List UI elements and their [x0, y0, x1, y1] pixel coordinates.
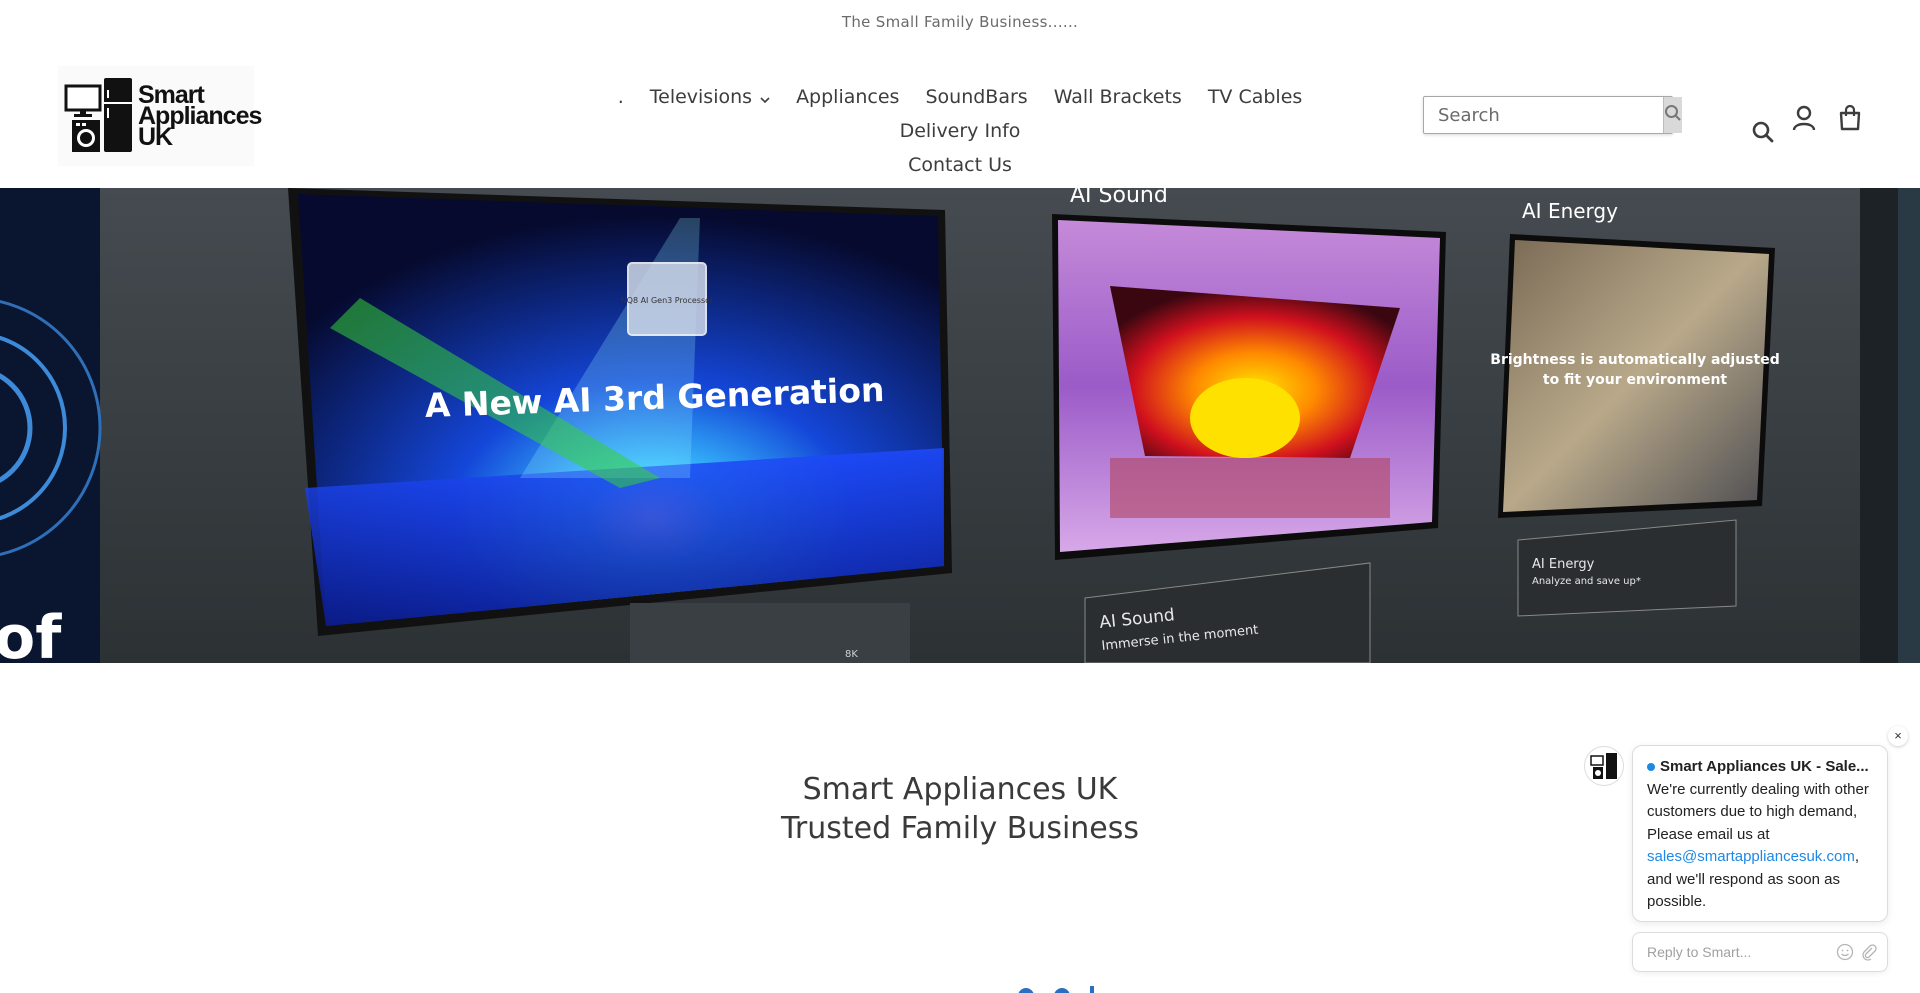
next-section-icon — [1000, 982, 1160, 993]
search-submit-button[interactable] — [1663, 97, 1682, 133]
chevron-down-icon — [760, 81, 770, 115]
hero-screen3-label: AI Energy — [1522, 199, 1618, 223]
attachment-icon[interactable] — [1859, 942, 1879, 962]
emoji-icon[interactable] — [1835, 942, 1855, 962]
chat-close-button[interactable]: × — [1888, 726, 1908, 746]
chat-title: Smart Appliances UK - Sale... — [1647, 756, 1873, 779]
chat-reply-input[interactable] — [1647, 944, 1831, 960]
hero-screen3-line1: Brightness is automatically adjusted — [1490, 352, 1779, 368]
hero-badge: 8K — [845, 649, 858, 660]
nav-item-soundbars[interactable]: SoundBars — [912, 80, 1040, 114]
chat-message-text: We're currently dealing with other custo… — [1647, 780, 1869, 843]
header-search-icon[interactable] — [1747, 116, 1779, 148]
nav-item-contact-us[interactable]: Contact Us — [895, 148, 1025, 182]
hero-screen3-line2: to fit your environment — [1543, 372, 1728, 388]
hero-chip-text: NQ8 AI Gen3 Processor — [621, 296, 714, 305]
nav-label: SoundBars — [925, 86, 1028, 108]
hero-image: of NQ8 AI Gen3 Processor A New AI 3rd Ge… — [0, 188, 1920, 663]
site-header: Smart Appliances UK . Televisions Applia… — [0, 44, 1920, 188]
nav-label: Wall Brackets — [1053, 86, 1182, 108]
hero-card2-line2: Analyze and save up* — [1532, 576, 1641, 587]
announcement-bar: The Small Family Business...... — [0, 0, 1920, 44]
search-input[interactable] — [1424, 97, 1663, 133]
appliances-logo-icon — [64, 78, 134, 154]
nav-label: Contact Us — [908, 154, 1012, 176]
chat-title-text: Smart Appliances UK - Sale... — [1660, 758, 1869, 775]
nav-item-tv-cables[interactable]: TV Cables — [1195, 80, 1315, 114]
hero-screen2-label: AI Sound — [1070, 188, 1168, 208]
nav-item-wall-brackets[interactable]: Wall Brackets — [1041, 80, 1195, 114]
search-icon — [1664, 104, 1682, 127]
logo-line-3: UK — [138, 122, 173, 151]
hero-left-text: of — [0, 603, 62, 663]
hero-banner: of NQ8 AI Gen3 Processor A New AI 3rd Ge… — [0, 188, 1920, 663]
announcement-text: The Small Family Business...... — [841, 13, 1079, 31]
chat-reply-box — [1632, 932, 1888, 972]
nav-label: TV Cables — [1207, 86, 1303, 108]
main-navigation: . Televisions Appliances SoundBars Wall … — [540, 80, 1380, 182]
cart-icon[interactable] — [1834, 102, 1866, 134]
search-form — [1423, 96, 1682, 134]
nav-item-appliances[interactable]: Appliances — [783, 80, 912, 114]
logo-wordmark: Smart Appliances UK — [138, 82, 262, 151]
nav-label: Appliances — [796, 86, 900, 108]
chat-email-link[interactable]: sales@smartappliancesuk.com — [1647, 848, 1855, 865]
hero-card2-line1: AI Energy — [1532, 557, 1595, 572]
nav-label: Delivery Info — [899, 120, 1021, 142]
nav-item-delivery-info[interactable]: Delivery Info — [887, 114, 1034, 148]
chat-message: We're currently dealing with other custo… — [1647, 779, 1873, 914]
nav-item-dot[interactable]: . — [605, 80, 637, 114]
chat-avatar — [1584, 746, 1624, 786]
nav-label: . — [617, 86, 624, 108]
nav-item-televisions[interactable]: Televisions — [637, 80, 783, 114]
site-logo[interactable]: Smart Appliances UK — [58, 66, 262, 166]
chat-message-card: Smart Appliances UK - Sale... We're curr… — [1632, 745, 1888, 922]
online-status-dot — [1647, 763, 1655, 772]
account-icon[interactable] — [1788, 102, 1820, 134]
nav-label: Televisions — [649, 86, 753, 108]
